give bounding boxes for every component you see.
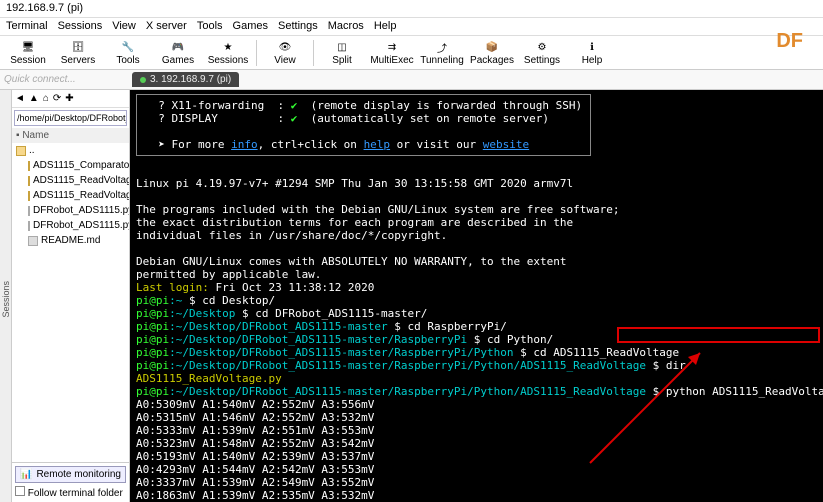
- nav-new-icon[interactable]: ✚: [65, 93, 73, 104]
- tree-item[interactable]: ADS1115_ReadVoltage_cascade: [12, 188, 129, 203]
- menubar: Terminal Sessions View X server Tools Ga…: [0, 18, 823, 36]
- help-icon: ℹ: [584, 39, 600, 55]
- ssh-banner-box: ? X11-forwarding : ✔ (remote display is …: [136, 94, 591, 156]
- sessions-icon: ★: [220, 39, 236, 55]
- session-icon: 🖥: [20, 39, 36, 55]
- nav-back-icon[interactable]: ◄: [15, 93, 25, 104]
- tree-item[interactable]: DFRobot_ADS1115.pyc: [12, 218, 129, 233]
- tools-icon: 🔧: [120, 39, 136, 55]
- games-button[interactable]: 🎮Games: [156, 39, 200, 66]
- menu-view[interactable]: View: [112, 20, 136, 33]
- folder-icon: [28, 161, 30, 171]
- settings-icon: ⚙: [534, 39, 550, 55]
- remote-monitoring[interactable]: 📊 Remote monitoring: [15, 466, 126, 483]
- menu-sessions[interactable]: Sessions: [58, 20, 103, 33]
- sidebar-bottom: 📊 Remote monitoring Follow terminal fold…: [12, 462, 129, 502]
- sidebar-header: ▪ Name: [12, 128, 129, 143]
- menu-games[interactable]: Games: [233, 20, 268, 33]
- multiexec-icon: ⇉: [384, 39, 400, 55]
- sidebar-toolbar: ◄ ▲ ⌂ ⟳ ✚: [12, 90, 129, 108]
- tree-item[interactable]: ADS1115_ReadVoltage: [12, 173, 129, 188]
- file-sidebar: ◄ ▲ ⌂ ⟳ ✚ /home/pi/Desktop/DFRobot_ADS11…: [12, 90, 130, 502]
- tree-item[interactable]: ADS1115_ComparatorVoltage: [12, 158, 129, 173]
- sessions-button[interactable]: ★Sessions: [206, 39, 250, 66]
- brand-logo: DF: [776, 30, 803, 53]
- file-icon: [28, 221, 30, 231]
- folder-icon: [28, 176, 30, 186]
- menu-terminal[interactable]: Terminal: [6, 20, 48, 33]
- session-button[interactable]: 🖥Session: [6, 39, 50, 66]
- menu-settings[interactable]: Settings: [278, 20, 318, 33]
- menu-xserver[interactable]: X server: [146, 20, 187, 33]
- nav-home-icon[interactable]: ⌂: [43, 93, 49, 104]
- file-icon: [28, 236, 38, 246]
- tab-status-icon: [140, 77, 146, 83]
- path-bar[interactable]: /home/pi/Desktop/DFRobot_ADS1115-m: [14, 110, 127, 126]
- multiexec-button[interactable]: ⇉MultiExec: [370, 39, 414, 66]
- quick-connect[interactable]: Quick connect...: [4, 74, 104, 85]
- servers-icon: 🗄: [70, 39, 86, 55]
- tunneling-button[interactable]: ⤴Tunneling: [420, 39, 464, 66]
- split-icon: ◫: [334, 39, 350, 55]
- follow-terminal[interactable]: Follow terminal folder: [15, 486, 126, 499]
- file-icon: [28, 206, 30, 216]
- terminal-tab[interactable]: 3. 192.168.9.7 (pi): [132, 72, 239, 87]
- packages-icon: 📦: [484, 39, 500, 55]
- settings-button[interactable]: ⚙Settings: [520, 39, 564, 66]
- folder-icon: [28, 191, 30, 201]
- toolbar: 🖥Session🗄Servers🔧Tools🎮Games★Sessions 👁Vi…: [0, 36, 823, 70]
- tools-button[interactable]: 🔧Tools: [106, 39, 150, 66]
- search-row: Quick connect... 3. 192.168.9.7 (pi): [0, 70, 823, 90]
- menu-macros[interactable]: Macros: [328, 20, 364, 33]
- servers-button[interactable]: 🗄Servers: [56, 39, 100, 66]
- help-button[interactable]: ℹHelp: [570, 39, 614, 66]
- left-tab-strip: Sessions Tools Macros Sftp: [0, 90, 12, 502]
- nav-up-icon[interactable]: ▲: [29, 93, 39, 104]
- checkbox-icon[interactable]: [15, 486, 25, 496]
- tree-item[interactable]: README.md: [12, 233, 129, 248]
- tree-parent[interactable]: ..: [12, 143, 129, 158]
- tunneling-icon: ⤴: [434, 39, 450, 55]
- menu-tools[interactable]: Tools: [197, 20, 223, 33]
- folder-icon: [16, 146, 26, 156]
- games-icon: 🎮: [170, 39, 186, 55]
- view-icon: 👁: [277, 39, 293, 55]
- highlight-box: [617, 327, 820, 343]
- terminal[interactable]: ? X11-forwarding : ✔ (remote display is …: [130, 90, 823, 502]
- titlebar: 192.168.9.7 (pi): [0, 0, 823, 18]
- tree-item[interactable]: DFRobot_ADS1115.py: [12, 203, 129, 218]
- file-tree: .. ADS1115_ComparatorVoltageADS1115_Read…: [12, 143, 129, 462]
- menu-help[interactable]: Help: [374, 20, 397, 33]
- packages-button[interactable]: 📦Packages: [470, 39, 514, 66]
- lefttab-sessions[interactable]: Sessions: [1, 281, 11, 318]
- split-button[interactable]: ◫Split: [320, 39, 364, 66]
- nav-refresh-icon[interactable]: ⟳: [53, 93, 61, 104]
- view-button[interactable]: 👁View: [263, 39, 307, 66]
